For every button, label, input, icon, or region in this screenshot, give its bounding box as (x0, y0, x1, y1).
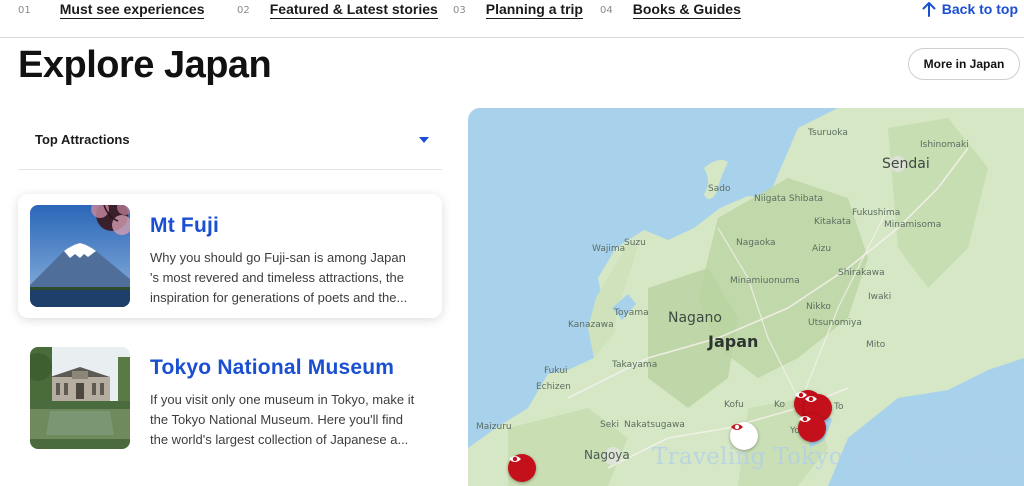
nav-item-books[interactable]: 04 Books & Guides (600, 0, 741, 20)
map-label: Ishinomaki (920, 140, 969, 150)
eye-icon (509, 456, 521, 462)
map-label: Takayama (612, 360, 658, 370)
nav-item-label[interactable]: Planning a trip (485, 1, 583, 19)
nav-item-featured[interactable]: 02 Featured & Latest stories (237, 0, 438, 20)
card-title[interactable]: Tokyo National Museum (150, 356, 394, 380)
map-label: Kanazawa (568, 320, 614, 330)
map-label: Nikko (806, 302, 831, 312)
card-description-line: 's most revered and timeless attractions… (150, 270, 404, 285)
filter-selected-value: Top Attractions (35, 132, 130, 147)
tokyo-national-museum-thumbnail (30, 347, 130, 449)
map-pin-attraction[interactable] (798, 414, 826, 442)
back-to-top-label: Back to top (941, 1, 1018, 17)
map-label: Fukushima (852, 208, 901, 218)
nav-item-number: 03 (453, 4, 466, 16)
eye-icon (799, 416, 811, 422)
card-description-line: inspiration for generations of poets and… (150, 290, 408, 305)
map-label: Sado (708, 184, 731, 194)
card-description-line: the world's largest collection of Japane… (150, 432, 409, 447)
map-label: Suzu (624, 238, 646, 248)
nav-item-number: 01 (18, 4, 31, 16)
eye-icon (805, 396, 817, 402)
map-label: Minamiuonuma (730, 276, 800, 286)
caret-down-icon (419, 136, 429, 143)
card-description-line: If you visit only one museum in Tokyo, m… (150, 392, 415, 407)
map-label: Maizuru (476, 422, 512, 432)
map-label: Toyama (614, 308, 649, 318)
nav-item-label[interactable]: Books & Guides (632, 1, 741, 19)
nav-item-label[interactable]: Featured & Latest stories (269, 1, 438, 19)
map-country-label: Japan (708, 332, 759, 351)
arrow-up-icon (922, 2, 936, 17)
map-label: Niigata Shibata (754, 194, 824, 204)
map-label: Kofu (724, 400, 744, 410)
map-label: Kitakata (814, 217, 852, 227)
watermark-text: Traveling Tokyo with Baby/Kids (652, 444, 1024, 470)
eye-icon (731, 424, 743, 430)
map-label: Nagaoka (736, 238, 776, 248)
map-pin-attraction[interactable] (508, 454, 536, 482)
map-label: Nagano (668, 310, 722, 326)
nav-item-label[interactable]: Must see experiences (59, 1, 205, 19)
map-label: Tsuruoka (808, 128, 848, 138)
attractions-filter-select[interactable]: Top Attractions (18, 110, 442, 170)
section-nav: 01 Must see experiences 02 Featured & La… (0, 0, 1024, 38)
map-label: Utsunomiya (808, 318, 862, 328)
attraction-card-mt-fuji[interactable]: Mt Fuji Why you should go Fuji-san is am… (18, 194, 442, 318)
nav-item-must-see[interactable]: 01 Must see experiences (18, 0, 205, 20)
card-description: Why you should go Fuji-san is among Japa… (150, 248, 426, 308)
card-description-line: Why you should go Fuji-san is among Japa… (150, 250, 406, 265)
mt-fuji-thumbnail (30, 205, 130, 307)
card-title[interactable]: Mt Fuji (150, 214, 219, 238)
nav-item-planning[interactable]: 03 Planning a trip (453, 0, 583, 20)
page-title: Explore Japan (18, 44, 272, 86)
map-label: Minamisoma (884, 220, 942, 230)
map-label: Ko (774, 400, 785, 410)
nav-item-number: 02 (237, 4, 250, 16)
map-label: Wajima (592, 244, 626, 254)
map-label: Fukui (544, 366, 568, 376)
map-label: Shirakawa (838, 268, 885, 278)
map-label: Mito (866, 340, 886, 350)
back-to-top-link[interactable]: Back to top (922, 0, 1018, 18)
map-label: Sendai (882, 156, 930, 172)
card-description: If you visit only one museum in Tokyo, m… (150, 390, 426, 450)
map-label: To (834, 402, 844, 412)
map-label: Aizu (812, 244, 832, 254)
attractions-map[interactable]: Tsuruoka Ishinomaki Sendai Sado Niigata … (468, 108, 1024, 486)
map-label: Nagoya (584, 448, 630, 462)
map-label: Echizen (536, 382, 571, 392)
nav-item-number: 04 (600, 4, 613, 16)
card-description-line: the Tokyo National Museum. Here you'll f… (150, 412, 403, 427)
map-label: Nakatsugawa (624, 420, 685, 430)
attraction-card-tokyo-national-museum[interactable]: Tokyo National Museum If you visit only … (18, 336, 442, 460)
map-label: Seki (600, 420, 619, 430)
map-label: Iwaki (868, 292, 892, 302)
more-in-japan-button[interactable]: More in Japan (908, 48, 1020, 80)
